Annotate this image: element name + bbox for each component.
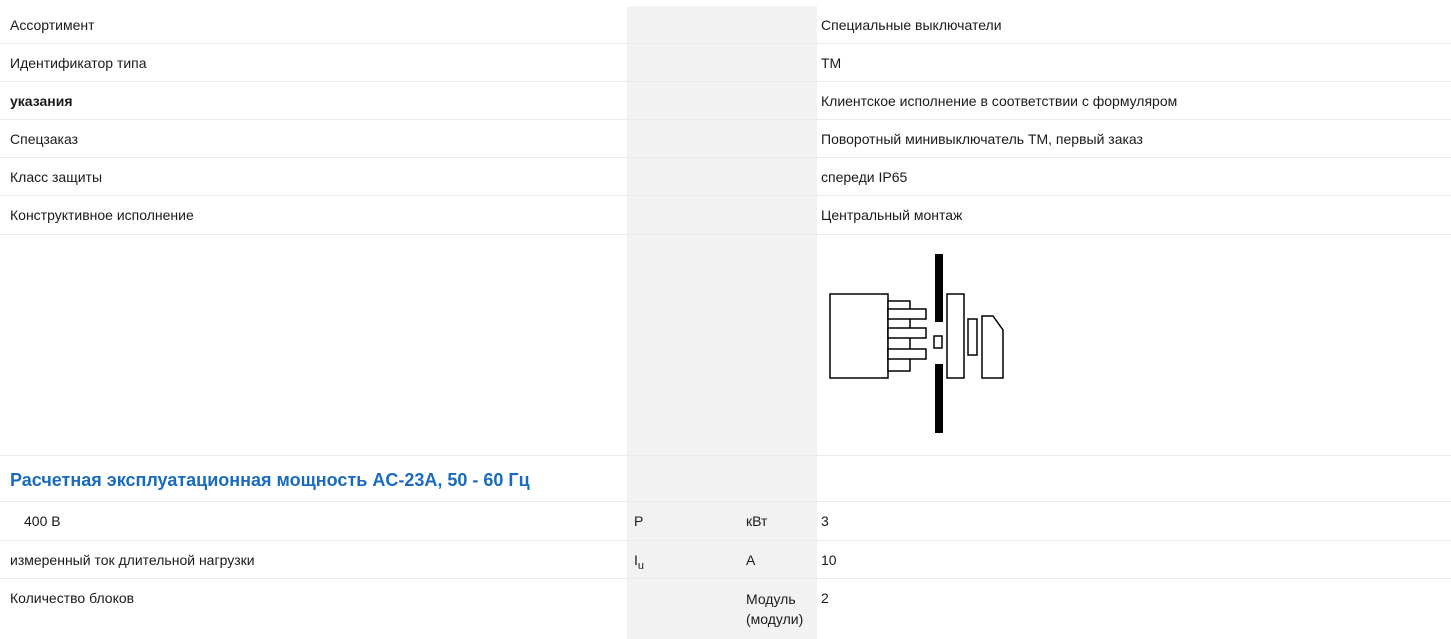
row-unit: кВт: [746, 513, 768, 529]
row-label: Идентификатор типа: [10, 55, 147, 71]
table-row-assortment: Ассортимент Специальные выключатели: [0, 6, 1451, 44]
row-value: Поворотный минивыключатель TM, первый за…: [821, 131, 1143, 147]
table-row-design: Конструктивное исполнение Центральный мо…: [0, 196, 1451, 235]
table-row-power: 400 В P кВт 3: [0, 502, 1451, 541]
row-unit: Модуль (модули): [746, 591, 804, 627]
row-value: Специальные выключатели: [821, 17, 1002, 33]
row-symbol: P: [634, 513, 644, 529]
table-row-diagram: [0, 235, 1451, 456]
section-header-row: Расчетная эксплуатационная мощность AC-2…: [0, 456, 1451, 502]
row-unit: A: [746, 552, 756, 568]
row-label: 400 В: [24, 513, 61, 529]
spec-table: Ассортимент Специальные выключатели Иден…: [0, 0, 1451, 639]
row-value: Клиентское исполнение в соответствии с ф…: [821, 93, 1178, 109]
row-label: Ассортимент: [10, 17, 95, 33]
row-value: 10: [821, 552, 837, 568]
row-label: Количество блоков: [10, 590, 135, 606]
row-label: измеренный ток длительной нагрузки: [10, 552, 255, 568]
section-title: Расчетная эксплуатационная мощность AC-2…: [10, 470, 530, 490]
row-label: Класс защиты: [10, 169, 103, 185]
row-value: Центральный монтаж: [821, 207, 963, 223]
table-row-type-id: Идентификатор типа TM: [0, 44, 1451, 82]
table-row-special-order: Спецзаказ Поворотный минивыключатель TM,…: [0, 120, 1451, 158]
row-value: 2: [821, 590, 829, 606]
row-label: Конструктивное исполнение: [10, 207, 194, 223]
row-value: 3: [821, 513, 829, 529]
table-row-protection: Класс защиты спереди IP65: [0, 158, 1451, 196]
symbol-subscript: u: [637, 560, 645, 572]
row-label: указания: [10, 93, 73, 109]
table-row-blocks: Количество блоков Модуль (модули) 2: [0, 579, 1451, 639]
row-value: TM: [821, 55, 842, 71]
table-row-notes: указания Клиентское исполнение в соответ…: [0, 82, 1451, 120]
central-mount-switch-diagram-icon: [825, 252, 1010, 437]
table-row-current: измеренный ток длительной нагрузки Iu A …: [0, 541, 1451, 579]
row-label: Спецзаказ: [10, 131, 79, 147]
row-value: спереди IP65: [821, 169, 908, 185]
row-symbol: Iu: [634, 551, 645, 572]
